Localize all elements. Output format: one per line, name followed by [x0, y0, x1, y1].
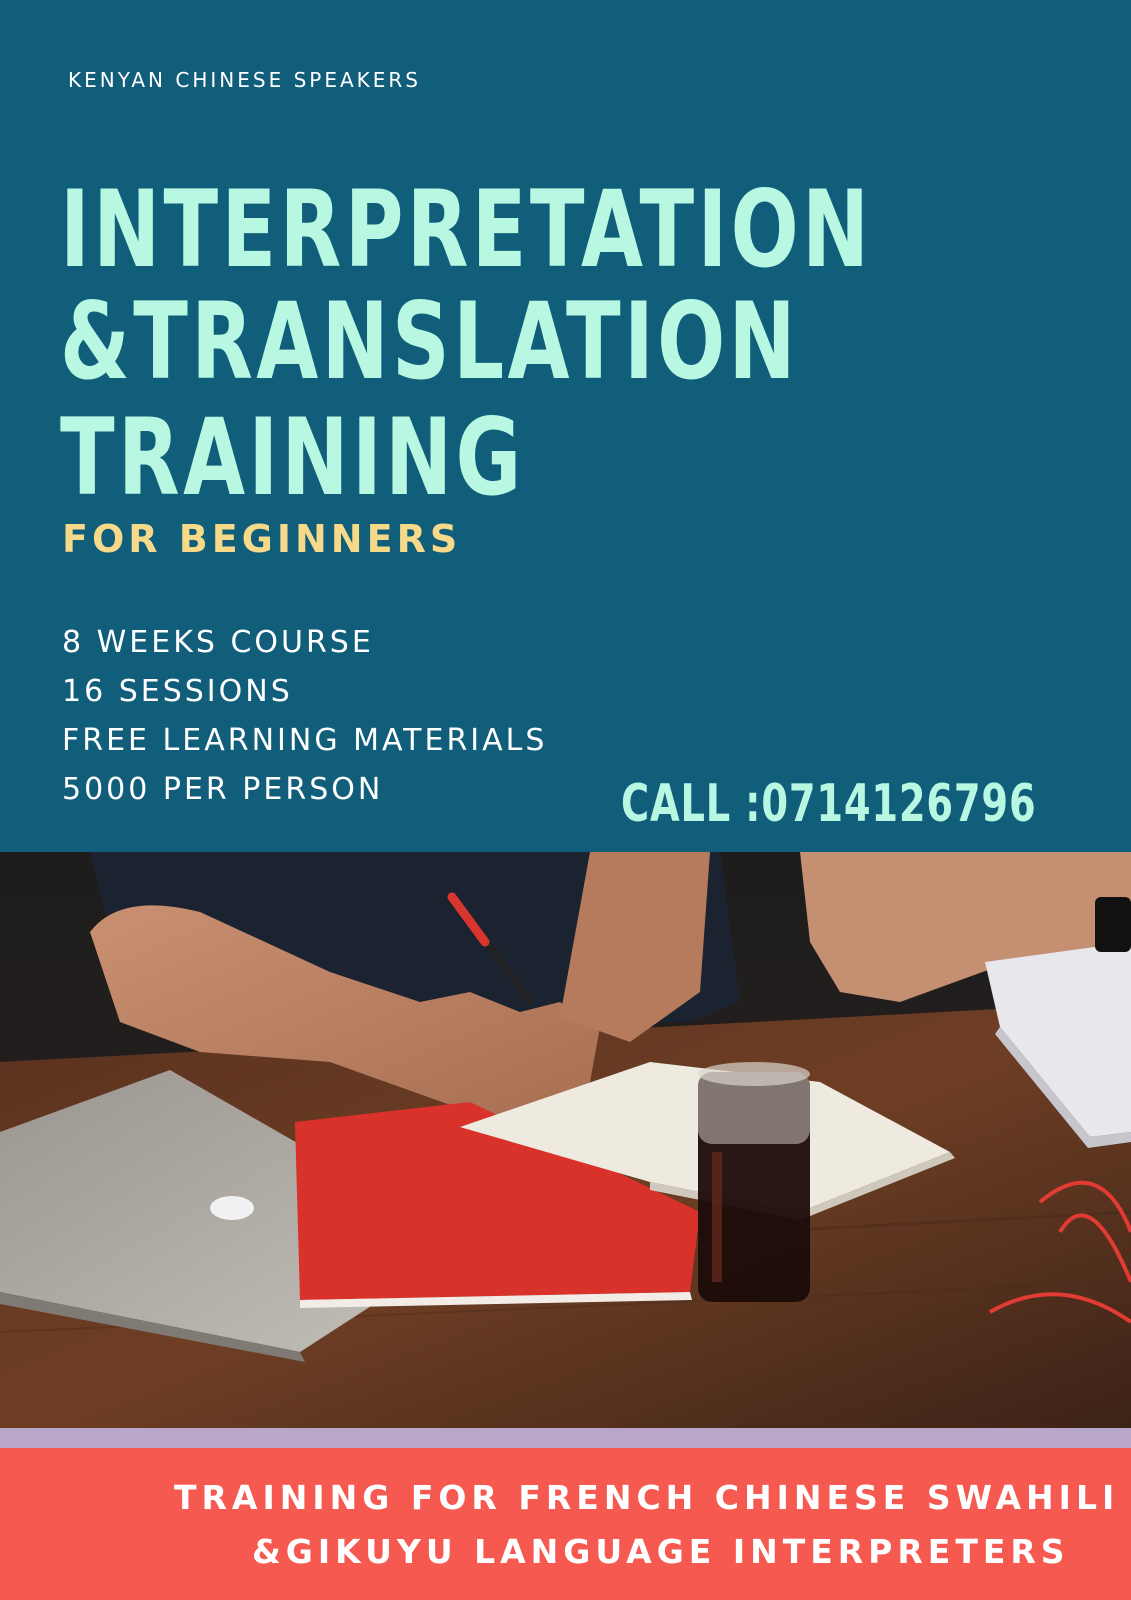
classroom-photo	[0, 852, 1131, 1428]
detail-price: 5000 PER PERSON	[62, 772, 384, 807]
call-phone-number[interactable]: CALL :0714126796	[621, 774, 1036, 834]
detail-duration: 8 WEEKS COURSE	[62, 625, 374, 660]
organization-name: KENYAN CHINESE SPEAKERS	[68, 68, 421, 92]
divider-stripe	[0, 1428, 1131, 1448]
course-details: 8 WEEKS COURSE 16 SESSIONS FREE LEARNING…	[62, 618, 547, 814]
detail-sessions: 16 SESSIONS	[62, 674, 293, 709]
footer-line-2: &GIKUYU LANGUAGE INTERPRETERS	[252, 1532, 1070, 1571]
title-line-2: &TRANSLATION	[60, 280, 799, 403]
footer-line-1: TRAINING FOR FRENCH CHINESE SWAHILI	[174, 1478, 1120, 1517]
photo-illustration	[0, 852, 1131, 1428]
detail-materials: FREE LEARNING MATERIALS	[62, 723, 548, 758]
title-line-3: TRAINING	[60, 396, 525, 519]
footer-banner: TRAINING FOR FRENCH CHINESE SWAHILI &GIK…	[0, 1448, 1131, 1600]
subtitle: FOR BEGINNERS	[62, 517, 462, 561]
poster-header: KENYAN CHINESE SPEAKERS INTERPRETATION &…	[0, 0, 1131, 852]
title-line-1: INTERPRETATION	[60, 168, 873, 291]
